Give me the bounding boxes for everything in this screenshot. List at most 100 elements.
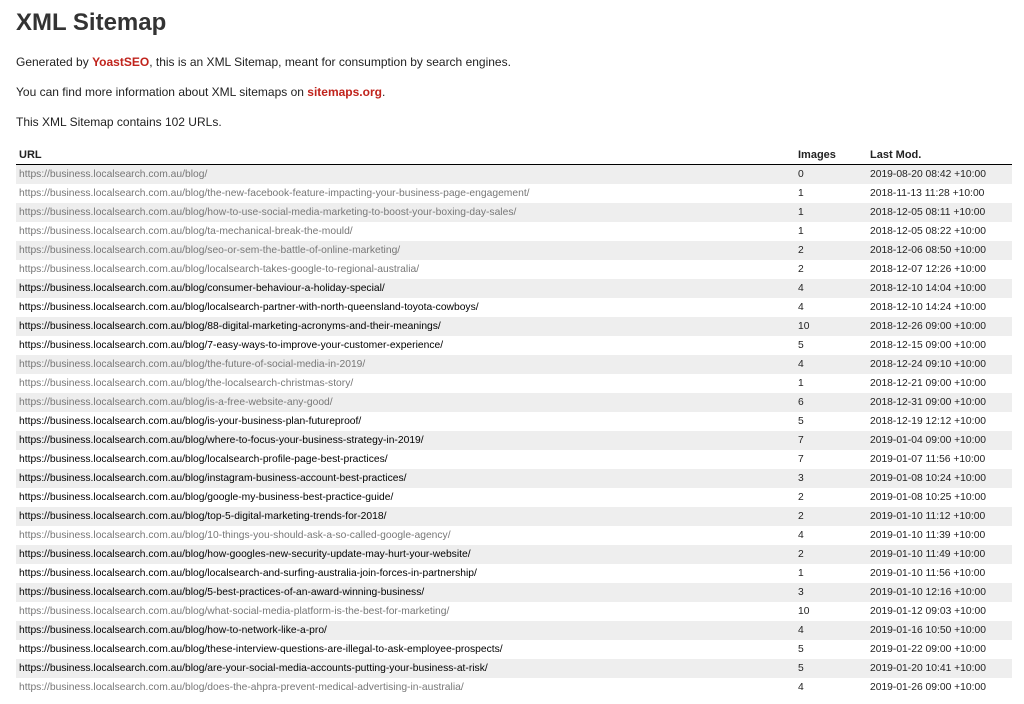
sitemap-url-link[interactable]: https://business.localsearch.com.au/blog… — [19, 264, 419, 275]
last-modified-cell: 2018-12-10 14:04 +10:00 — [867, 279, 1012, 298]
sitemap-url-link[interactable]: https://business.localsearch.com.au/blog… — [19, 435, 424, 446]
images-count-cell: 7 — [795, 431, 867, 450]
table-header-row: URL Images Last Mod. — [16, 144, 1012, 165]
images-count-cell: 3 — [795, 583, 867, 602]
url-cell: https://business.localsearch.com.au/blog… — [16, 164, 795, 184]
sitemaps-org-link[interactable]: sitemaps.org — [307, 85, 382, 99]
url-cell: https://business.localsearch.com.au/blog… — [16, 583, 795, 602]
table-row: https://business.localsearch.com.au/blog… — [16, 336, 1012, 355]
url-cell: https://business.localsearch.com.au/blog… — [16, 412, 795, 431]
last-modified-cell: 2018-12-10 14:24 +10:00 — [870, 302, 986, 313]
url-cell: https://business.localsearch.com.au/blog… — [16, 336, 795, 355]
sitemap-url-link[interactable]: https://business.localsearch.com.au/blog… — [19, 530, 451, 541]
sitemap-url-link[interactable]: https://business.localsearch.com.au/blog… — [19, 416, 361, 427]
url-cell: https://business.localsearch.com.au/blog… — [16, 279, 795, 298]
sitemap-url-link[interactable]: https://business.localsearch.com.au/blog… — [19, 226, 353, 237]
images-count-cell: 1 — [795, 203, 867, 222]
sitemap-url-link[interactable]: https://business.localsearch.com.au/blog… — [19, 511, 386, 522]
sitemap-url-link[interactable]: https://business.localsearch.com.au/blog… — [19, 340, 443, 351]
images-count-cell: 7 — [798, 454, 804, 465]
sitemap-url-link[interactable]: https://business.localsearch.com.au/blog… — [19, 245, 400, 256]
last-modified-cell: 2018-12-24 09:10 +10:00 — [867, 355, 1012, 374]
intro-generated-by: Generated by YoastSEO, this is an XML Si… — [16, 55, 1010, 70]
sitemap-url-link[interactable]: https://business.localsearch.com.au/blog… — [19, 283, 385, 294]
last-modified-cell: 2019-08-20 08:42 +10:00 — [867, 164, 1012, 184]
last-modified-cell: 2018-12-07 12:26 +10:00 — [870, 264, 986, 275]
url-cell: https://business.localsearch.com.au/blog… — [16, 640, 795, 659]
table-row: https://business.localsearch.com.au/blog… — [16, 164, 1012, 184]
url-cell: https://business.localsearch.com.au/blog… — [16, 393, 795, 412]
url-cell: https://business.localsearch.com.au/blog… — [16, 488, 795, 507]
images-count-cell: 2 — [798, 492, 804, 503]
last-modified-cell: 2018-12-31 09:00 +10:00 — [867, 393, 1012, 412]
url-cell: https://business.localsearch.com.au/blog… — [16, 260, 795, 279]
sitemap-url-link[interactable]: https://business.localsearch.com.au/blog… — [19, 378, 353, 389]
last-modified-cell: 2018-12-26 09:00 +10:00 — [867, 317, 1012, 336]
table-row: https://business.localsearch.com.au/blog… — [16, 621, 1012, 640]
sitemap-url-link[interactable]: https://business.localsearch.com.au/blog… — [19, 549, 471, 560]
sitemap-page: XML Sitemap Generated by YoastSEO, this … — [0, 0, 1024, 697]
table-row: https://business.localsearch.com.au/blog… — [16, 431, 1012, 450]
sitemap-url-link[interactable]: https://business.localsearch.com.au/blog… — [19, 169, 207, 180]
images-count-cell: 10 — [795, 317, 867, 336]
sitemap-url-link[interactable]: https://business.localsearch.com.au/blog… — [19, 473, 406, 484]
last-modified-cell: 2018-12-19 12:12 +10:00 — [870, 416, 986, 427]
last-modified-cell: 2019-01-10 11:39 +10:00 — [870, 530, 986, 541]
sitemap-url-link[interactable]: https://business.localsearch.com.au/blog… — [19, 207, 516, 218]
last-modified-cell: 2019-01-08 10:24 +10:00 — [867, 469, 1012, 488]
table-row: https://business.localsearch.com.au/blog… — [16, 222, 1012, 241]
last-modified-cell: 2019-01-08 10:25 +10:00 — [870, 492, 986, 503]
sitemap-url-link[interactable]: https://business.localsearch.com.au/blog… — [19, 321, 441, 332]
table-row: https://business.localsearch.com.au/blog… — [16, 241, 1012, 260]
last-modified-cell: 2018-11-13 11:28 +10:00 — [870, 188, 985, 199]
url-count-text: This XML Sitemap contains 102 URLs. — [16, 115, 222, 129]
intro-more-info: You can find more information about XML … — [16, 85, 1010, 100]
sitemap-url-link[interactable]: https://business.localsearch.com.au/blog… — [19, 568, 477, 579]
sitemap-url-link[interactable]: https://business.localsearch.com.au/blog… — [19, 606, 449, 617]
last-modified-cell: 2018-12-05 08:11 +10:00 — [867, 203, 1012, 222]
sitemap-url-link[interactable]: https://business.localsearch.com.au/blog… — [19, 663, 488, 674]
images-count-cell: 6 — [795, 393, 867, 412]
last-modified-cell: 2018-12-06 08:50 +10:00 — [867, 241, 1012, 260]
table-row: https://business.localsearch.com.au/blog… — [16, 583, 1012, 602]
url-cell: https://business.localsearch.com.au/blog… — [16, 659, 795, 678]
sitemap-url-link[interactable]: https://business.localsearch.com.au/blog… — [19, 302, 479, 313]
column-header-url: URL — [16, 144, 795, 165]
table-row: https://business.localsearch.com.au/blog… — [16, 659, 1012, 678]
last-modified-cell: 2018-12-21 09:00 +10:00 — [870, 378, 986, 389]
sitemap-url-link[interactable]: https://business.localsearch.com.au/blog… — [19, 492, 393, 503]
last-modified-cell: 2019-01-26 09:00 +10:00 — [870, 682, 986, 693]
last-modified-cell: 2019-01-10 11:12 +10:00 — [867, 507, 1012, 526]
images-count-cell: 3 — [795, 469, 867, 488]
images-count-cell: 5 — [795, 659, 867, 678]
last-modified-cell: 2018-12-15 09:00 +10:00 — [870, 340, 986, 351]
url-cell: https://business.localsearch.com.au/blog… — [16, 545, 795, 564]
intro-text: , this is an XML Sitemap, meant for cons… — [149, 55, 511, 69]
last-modified-cell: 2019-01-20 10:41 +10:00 — [867, 659, 1012, 678]
sitemap-url-link[interactable]: https://business.localsearch.com.au/blog… — [19, 682, 464, 693]
sitemap-url-link[interactable]: https://business.localsearch.com.au/blog… — [19, 188, 530, 199]
table-row: https://business.localsearch.com.au/blog… — [16, 545, 1012, 564]
intro-text: . — [381, 85, 386, 99]
url-cell: https://business.localsearch.com.au/blog… — [16, 222, 795, 241]
last-modified-cell: 2019-01-10 11:56 +10:00 — [870, 568, 986, 579]
sitemap-url-link[interactable]: https://business.localsearch.com.au/blog… — [19, 454, 388, 465]
url-cell: https://business.localsearch.com.au/blog… — [16, 564, 795, 583]
sitemap-table: URL Images Last Mod. https://business.lo… — [16, 144, 1012, 697]
images-count-cell: 4 — [798, 530, 804, 541]
column-header-images: Images — [795, 144, 867, 165]
sitemap-url-link[interactable]: https://business.localsearch.com.au/blog… — [19, 359, 365, 370]
sitemap-url-link[interactable]: https://business.localsearch.com.au/blog… — [19, 587, 424, 598]
column-header-lastmod: Last Mod. — [867, 144, 1012, 165]
url-cell: https://business.localsearch.com.au/blog… — [16, 678, 795, 697]
sitemap-url-link[interactable]: https://business.localsearch.com.au/blog… — [19, 397, 333, 408]
images-count-cell: 1 — [798, 188, 804, 199]
images-count-cell: 0 — [795, 164, 867, 184]
table-row: https://business.localsearch.com.au/blog… — [16, 640, 1012, 659]
yoastseo-link[interactable]: YoastSEO — [92, 55, 149, 69]
sitemap-url-link[interactable]: https://business.localsearch.com.au/blog… — [19, 625, 327, 636]
url-cell: https://business.localsearch.com.au/blog… — [16, 526, 795, 545]
sitemap-url-link[interactable]: https://business.localsearch.com.au/blog… — [19, 644, 503, 655]
images-count-cell: 5 — [798, 644, 804, 655]
intro-text: You can find more information about XML … — [16, 85, 308, 99]
